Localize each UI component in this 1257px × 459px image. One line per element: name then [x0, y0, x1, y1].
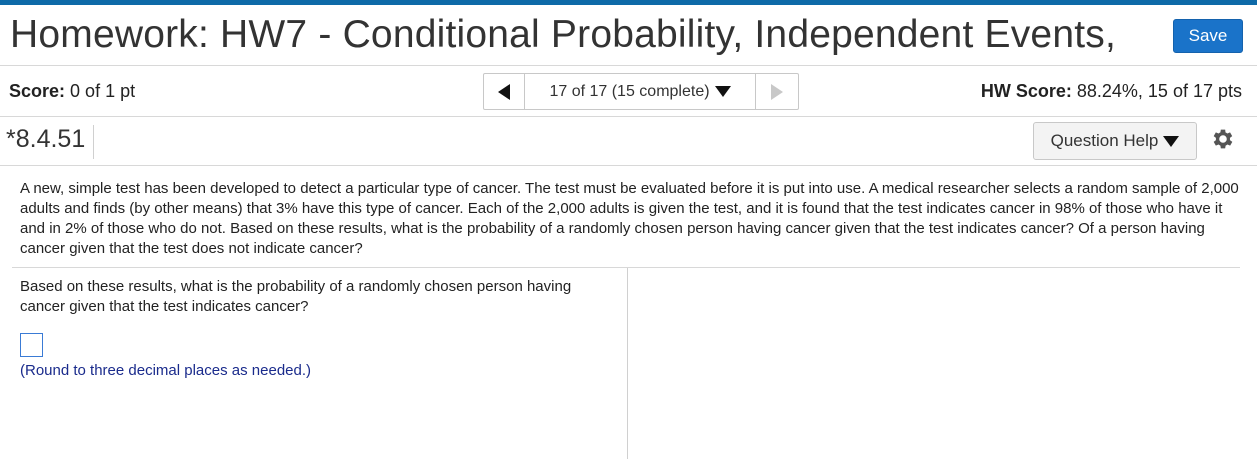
answer-input[interactable] — [20, 333, 43, 357]
question-navigator: 17 of 17 (15 complete) — [483, 73, 799, 110]
hw-score: HW Score: 88.24%, 15 of 17 pts — [981, 81, 1242, 102]
score-value: 0 of 1 pt — [70, 81, 136, 101]
score-bar: Score: 0 of 1 pt 17 of 17 (15 complete) … — [0, 66, 1257, 117]
problem-statement: A new, simple test has been developed to… — [20, 180, 1239, 257]
header: Homework: HW7 - Conditional Probability,… — [0, 5, 1257, 66]
question-selector[interactable]: 17 of 17 (15 complete) — [525, 74, 755, 109]
question-number: *8.4.51 — [6, 125, 95, 159]
triangle-down-icon — [714, 86, 731, 97]
next-question-button[interactable] — [755, 74, 798, 109]
sub-question: Based on these results, what is the prob… — [20, 278, 572, 315]
triangle-left-icon — [498, 83, 510, 100]
previous-question-button[interactable] — [484, 74, 525, 109]
horizontal-divider — [12, 267, 1240, 268]
chevron-down-icon — [1163, 135, 1180, 147]
question-help-button[interactable]: Question Help — [1033, 122, 1197, 160]
question-help-label: Question Help — [1050, 131, 1159, 150]
hw-score-value: 88.24%, 15 of 17 pts — [1076, 81, 1242, 101]
rounding-hint: (Round to three decimal places as needed… — [20, 362, 312, 379]
question-bar: *8.4.51 Question Help — [0, 117, 1257, 166]
save-button[interactable]: Save — [1173, 19, 1243, 53]
page-title: Homework: HW7 - Conditional Probability,… — [10, 13, 1116, 56]
triangle-right-icon — [771, 83, 783, 100]
gear-icon[interactable] — [1210, 126, 1236, 152]
score: Score: 0 of 1 pt — [9, 81, 135, 102]
score-label: Score: — [9, 81, 66, 101]
hw-score-label: HW Score: — [980, 81, 1072, 101]
vertical-divider — [627, 268, 628, 459]
question-selector-label: 17 of 17 (15 complete) — [549, 82, 710, 100]
